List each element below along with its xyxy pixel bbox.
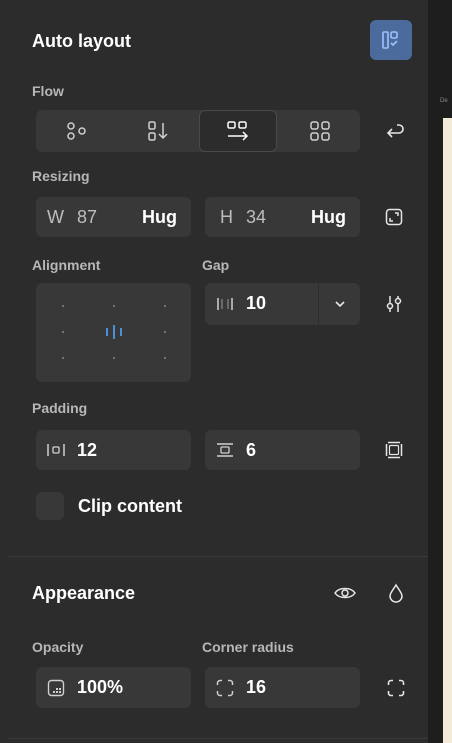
horizontal-padding-icon [47, 444, 65, 456]
width-mode-dropdown[interactable]: Hug [142, 207, 177, 228]
bottom-divider [8, 738, 428, 739]
flow-vertical-option[interactable] [117, 110, 198, 152]
flow-label: Flow [32, 83, 64, 99]
height-prefix: H [220, 207, 233, 227]
opacity-icon [47, 679, 65, 697]
resize-to-fit-icon [385, 208, 403, 226]
align-middle-center-selected[interactable] [104, 324, 124, 345]
flow-horizontal-option[interactable] [199, 110, 277, 152]
individual-padding-icon [385, 441, 403, 459]
height-mode-dropdown[interactable]: Hug [311, 207, 346, 228]
vertical-padding-value[interactable]: 6 [246, 440, 256, 461]
align-middle-left[interactable] [62, 331, 64, 333]
flow-freeform-option[interactable] [36, 110, 117, 152]
gap-icon [217, 298, 233, 310]
auto-layout-toggle-button[interactable] [370, 20, 412, 60]
clip-content-checkbox[interactable] [36, 492, 64, 520]
align-bottom-center[interactable] [113, 357, 115, 359]
individual-padding-button[interactable] [380, 436, 408, 464]
height-field[interactable]: H 34 Hug [205, 197, 360, 237]
auto-layout-title: Auto layout [32, 31, 131, 51]
gap-label: Gap [202, 257, 230, 273]
gap-dropdown-button[interactable] [319, 283, 360, 325]
flow-segmented-control [36, 110, 360, 152]
gap-value[interactable]: 10 [246, 293, 266, 314]
align-middle-right[interactable] [164, 331, 166, 333]
align-top-center[interactable] [113, 305, 115, 307]
auto-layout-icon [382, 31, 398, 49]
advanced-layout-button[interactable] [380, 290, 408, 318]
opacity-field[interactable]: 100% [36, 667, 191, 708]
blend-mode-button[interactable] [382, 579, 410, 607]
wrap-icon [386, 124, 404, 138]
eye-icon [334, 587, 356, 599]
alignment-indicator-icon [106, 325, 122, 339]
chevron-down-icon [334, 301, 345, 308]
canvas-edge-text: De [440, 98, 448, 104]
section-divider [8, 556, 428, 557]
clip-content-label: Clip content [78, 496, 182, 516]
horizontal-flow-icon [227, 121, 249, 141]
height-value[interactable]: 34 [246, 207, 266, 228]
properties-panel: Auto layout Flow Resizing W 87 Hug H 34 … [4, 0, 428, 743]
horizontal-padding-field[interactable]: 12 [36, 430, 191, 470]
gap-field[interactable]: 10 [205, 283, 360, 325]
vertical-padding-field[interactable]: 6 [205, 430, 360, 470]
canvas-preview [443, 118, 452, 743]
align-top-left[interactable] [62, 305, 64, 307]
flow-grid-option[interactable] [279, 110, 360, 152]
width-value[interactable]: 87 [77, 207, 97, 228]
corner-radius-value[interactable]: 16 [246, 677, 266, 698]
vertical-flow-icon [147, 121, 168, 141]
width-prefix: W [47, 207, 64, 227]
grid-flow-icon [309, 121, 330, 141]
corner-radius-label: Corner radius [202, 639, 294, 655]
horizontal-padding-value[interactable]: 12 [77, 440, 97, 461]
independent-corners-button[interactable] [382, 674, 410, 702]
width-field[interactable]: W 87 Hug [36, 197, 191, 237]
align-bottom-right[interactable] [164, 357, 166, 359]
corner-radius-field[interactable]: 16 [205, 667, 360, 708]
opacity-label: Opacity [32, 639, 84, 655]
wrap-button[interactable] [380, 117, 408, 145]
opacity-value[interactable]: 100% [77, 677, 123, 698]
resize-to-fit-button[interactable] [380, 203, 408, 231]
sliders-icon [386, 296, 402, 312]
resizing-label: Resizing [32, 168, 90, 184]
independent-corners-icon [387, 679, 405, 697]
freeform-icon [66, 122, 86, 140]
appearance-title: Appearance [32, 583, 136, 603]
alignment-grid[interactable] [36, 283, 191, 382]
padding-label: Padding [32, 400, 88, 416]
alignment-label: Alignment [32, 257, 101, 273]
visibility-toggle-button[interactable] [331, 579, 359, 607]
vertical-padding-icon [217, 443, 233, 457]
align-top-right[interactable] [164, 305, 166, 307]
corner-radius-icon [216, 679, 234, 697]
align-bottom-left[interactable] [62, 357, 64, 359]
droplet-icon [389, 583, 403, 603]
